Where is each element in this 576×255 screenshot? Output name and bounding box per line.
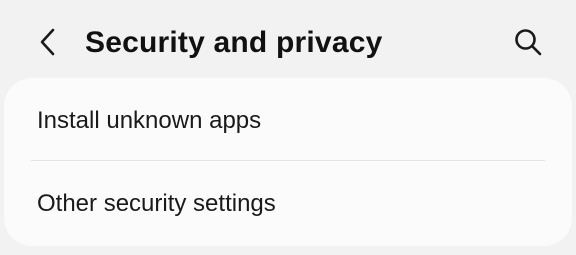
page-title: Security and privacy (85, 26, 383, 59)
settings-card: Install unknown apps Other security sett… (4, 78, 572, 246)
divider (31, 160, 545, 161)
app-bar: Security and privacy (0, 0, 576, 80)
list-item-label: Other security settings (37, 190, 276, 217)
search-button[interactable] (506, 22, 550, 62)
back-button[interactable] (28, 22, 68, 62)
list-item-install-unknown-apps[interactable]: Install unknown apps (4, 78, 572, 160)
chevron-left-icon (40, 28, 55, 56)
list-item-other-security-settings[interactable]: Other security settings (4, 162, 572, 244)
list-item-label: Install unknown apps (37, 107, 262, 134)
search-icon (515, 29, 542, 56)
